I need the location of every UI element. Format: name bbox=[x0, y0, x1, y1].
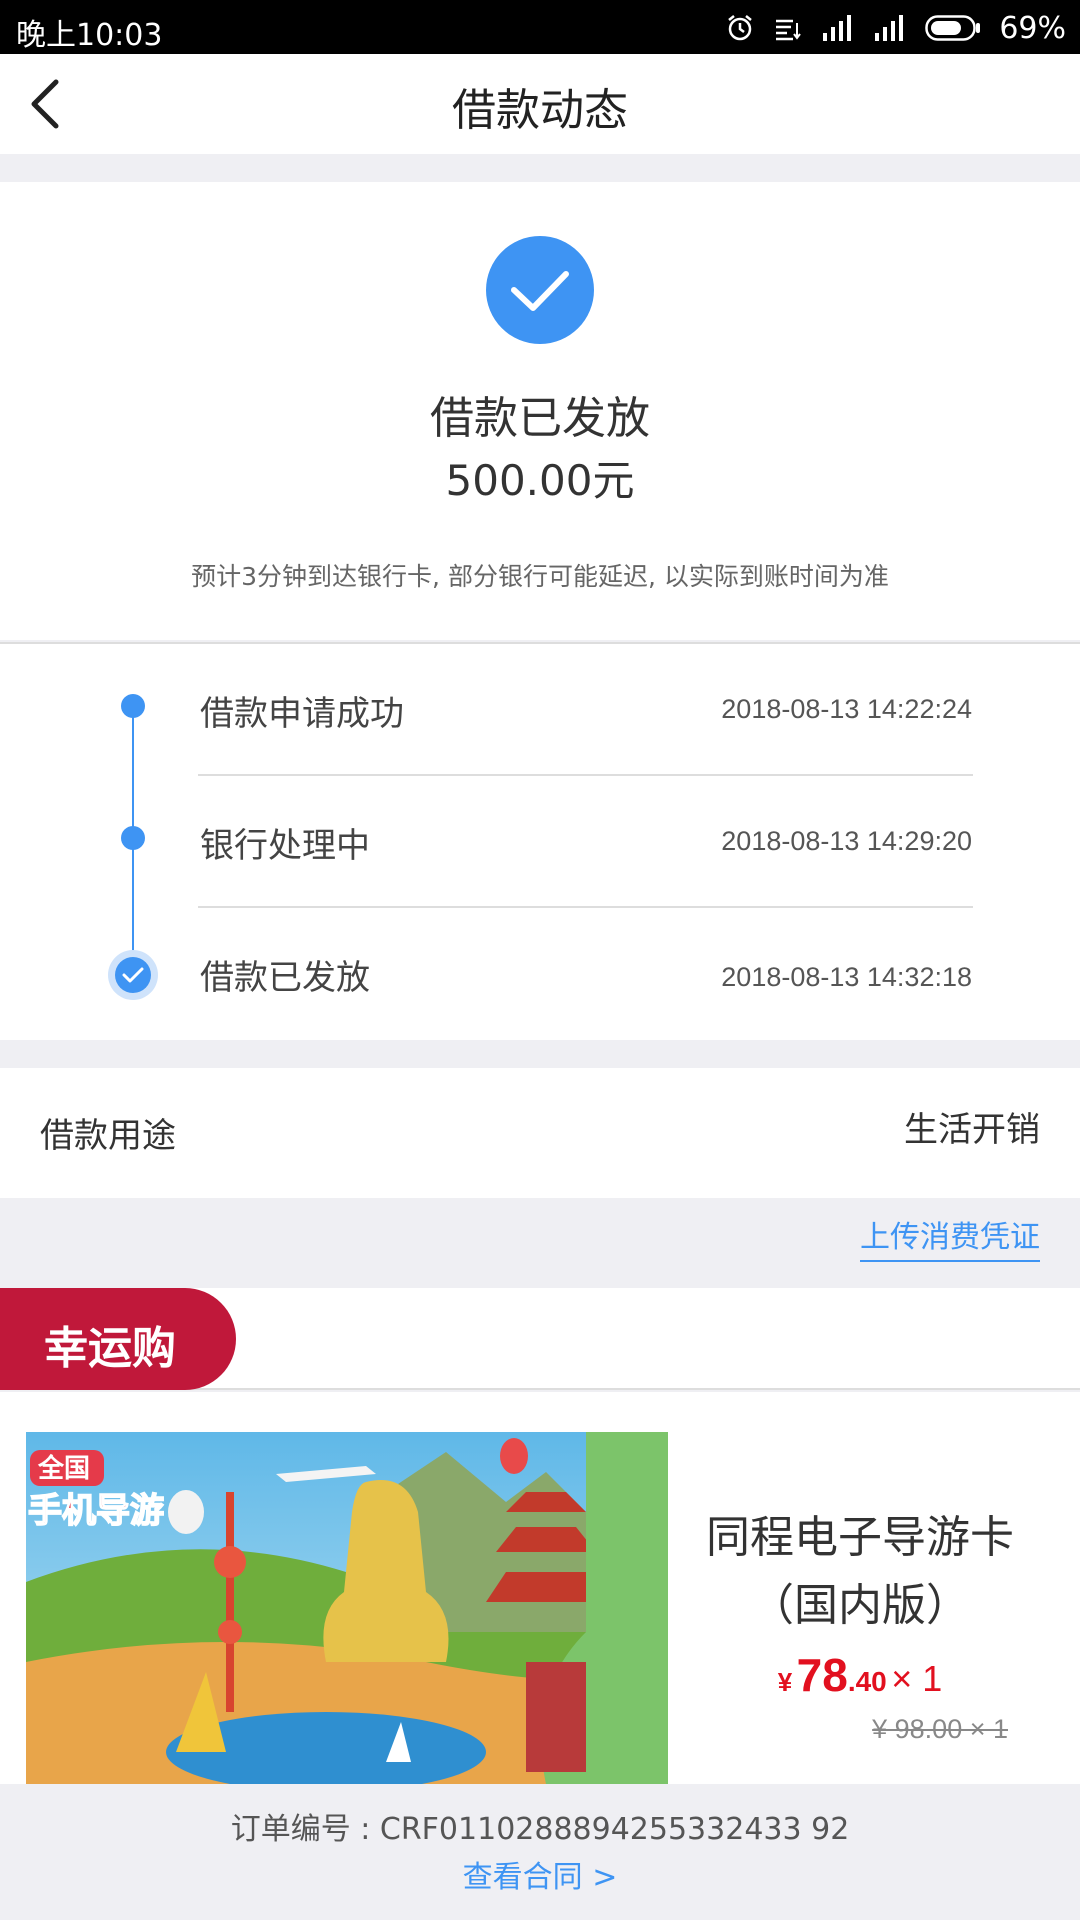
lucky-buy-header: 幸运购 bbox=[0, 1288, 1080, 1390]
loan-amount: 500.00元 bbox=[445, 456, 635, 505]
battery-level: 69% bbox=[999, 10, 1066, 46]
timeline-step-label: 借款已发放 bbox=[200, 958, 370, 998]
divider bbox=[198, 906, 973, 908]
battery-icon bbox=[925, 15, 981, 41]
timeline-dot bbox=[121, 694, 145, 718]
status-time: 晚上10:03 bbox=[16, 18, 163, 53]
footer: 订单编号 : CRF0110288894255332433 92 查看合同 > bbox=[0, 1784, 1080, 1920]
product-image[interactable]: 全国 手机导游 bbox=[26, 1432, 668, 1784]
status-bar: 晚上10:03 69% bbox=[0, 0, 1080, 54]
loan-purpose-row: 借款用途 生活开销 bbox=[0, 1068, 1080, 1198]
divider bbox=[198, 774, 973, 776]
timeline-step-time: 2018-08-13 14:22:24 bbox=[721, 694, 972, 724]
svg-text:手机导游: 手机导游 bbox=[28, 1491, 164, 1531]
timeline-check-icon bbox=[108, 950, 158, 1000]
page-title: 借款动态 bbox=[452, 85, 628, 136]
alarm-icon bbox=[728, 15, 753, 41]
timeline-step-time: 2018-08-13 14:32:18 bbox=[721, 962, 972, 992]
product-card[interactable]: 全国 手机导游 同程电子导游卡 （国内版） ¥ 78.40 × 1 ¥ 98.0… bbox=[0, 1392, 1080, 1784]
svg-text:全国: 全国 bbox=[37, 1453, 90, 1484]
product-name[interactable]: 同程电子导游卡 （国内版） bbox=[680, 1504, 1040, 1640]
order-number: 订单编号 : CRF0110288894255332433 92 bbox=[230, 1812, 850, 1847]
loan-purpose-value: 生活开销 bbox=[904, 1110, 1040, 1150]
product-price: ¥ 78.40 × 1 bbox=[777, 1649, 943, 1701]
upload-receipt-link[interactable]: 上传消费凭证 bbox=[860, 1212, 1040, 1262]
data-icon bbox=[776, 19, 802, 41]
timeline-step-time: 2018-08-13 14:29:20 bbox=[721, 826, 972, 856]
loan-status-card: 借款已发放 500.00元 预计3分钟到达银行卡, 部分银行可能延迟, 以实际到… bbox=[0, 182, 1080, 640]
signal-icon bbox=[875, 15, 904, 41]
check-circle-icon bbox=[486, 236, 594, 344]
signal-icon bbox=[823, 15, 852, 41]
loan-purpose-label: 借款用途 bbox=[40, 1116, 176, 1156]
arrival-note: 预计3分钟到达银行卡, 部分银行可能延迟, 以实际到账时间为准 bbox=[191, 562, 889, 591]
timeline-step-label: 银行处理中 bbox=[200, 826, 370, 866]
original-price: ¥ 98.00 × 1 bbox=[872, 1714, 1008, 1744]
status-icons: 69% bbox=[725, 8, 1066, 48]
timeline-dot bbox=[121, 826, 145, 850]
progress-timeline: 借款申请成功 2018-08-13 14:22:24 银行处理中 2018-08… bbox=[0, 642, 1080, 1040]
loan-status-text: 借款已发放 bbox=[430, 393, 650, 444]
nav-bar: 借款动态 bbox=[0, 54, 1080, 154]
view-contract-link[interactable]: 查看合同 > bbox=[0, 1852, 1080, 1896]
lucky-buy-tag: 幸运购 bbox=[0, 1288, 236, 1390]
timeline-step-label: 借款申请成功 bbox=[200, 694, 404, 734]
